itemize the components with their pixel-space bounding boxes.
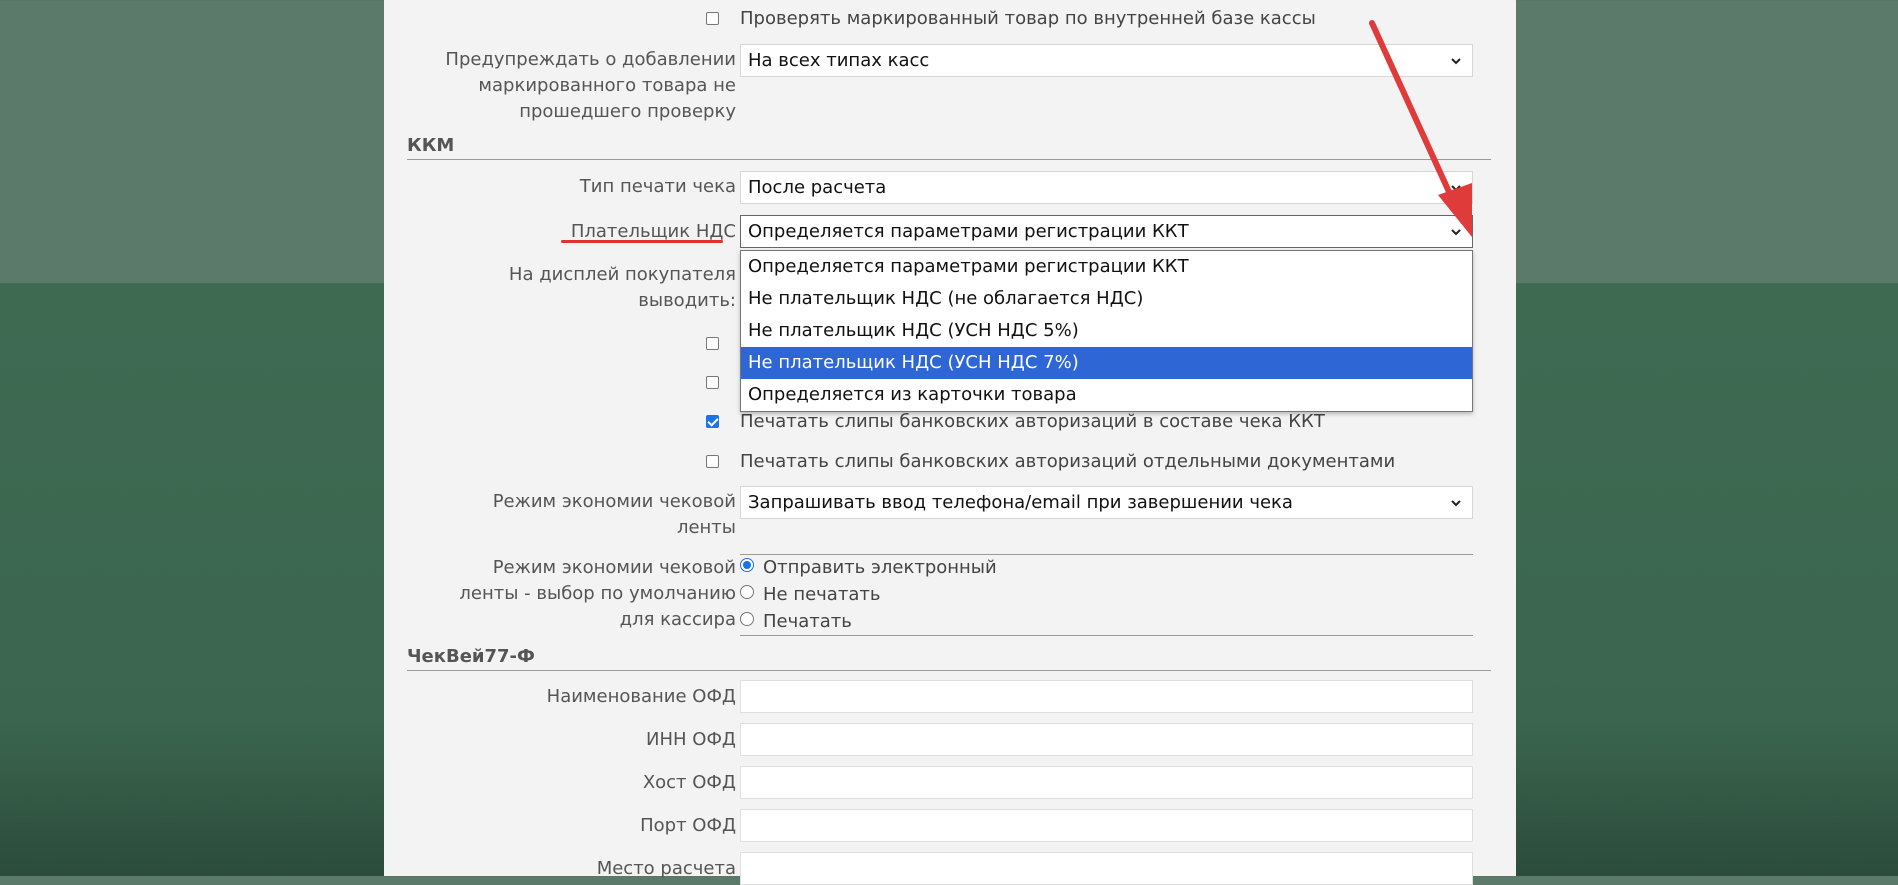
chevron-down-icon: [1451, 500, 1461, 507]
economy-default-label-line: для кассира: [619, 609, 736, 630]
warn-marked-label-line: Предупреждать о добавлении: [445, 49, 736, 70]
slips-separate-checkbox[interactable]: [706, 455, 719, 468]
radio-group-top-divider: [740, 554, 1473, 555]
ofd-name-input[interactable]: [740, 680, 1473, 713]
slips-in-receipt-label: Печатать слипы банковских авторизаций в …: [740, 411, 1325, 432]
red-arrow-annotation: [1369, 20, 1472, 237]
vat-payer-option[interactable]: Не плательщик НДС (УСН НДС 5%): [741, 315, 1472, 347]
section-kkm-heading: ККМ: [407, 133, 1491, 160]
economy-default-radio-send-electronic[interactable]: [740, 558, 754, 572]
economy-default-option-label: Печатать: [763, 611, 852, 632]
vat-payer-option[interactable]: Определяется из карточки товара: [741, 379, 1472, 411]
warn-marked-label: Предупреждать о добавлении маркированног…: [406, 47, 736, 125]
ofd-host-label: Хост ОФД: [642, 772, 736, 793]
section-checkway-heading: ЧекВей77-Ф: [407, 644, 1491, 671]
warn-marked-label-line: маркированного товара не: [478, 75, 736, 96]
economy-mode-label-line: ленты: [676, 517, 736, 538]
ofd-inn-input[interactable]: [740, 723, 1473, 756]
check-marked-goods-checkbox[interactable]: [706, 12, 719, 25]
ofd-port-label: Порт ОФД: [640, 815, 736, 836]
warn-marked-label-line: прошедшего проверку: [519, 101, 736, 122]
slips-in-receipt-checkbox[interactable]: [706, 415, 719, 428]
vat-payer-underline-annotation: [561, 240, 723, 243]
economy-default-label-line: Режим экономии чековой: [492, 557, 736, 578]
payment-place-label: Место расчета: [596, 858, 736, 879]
economy-default-label: Режим экономии чековой ленты - выбор по …: [406, 555, 736, 633]
economy-mode-select-value: Запрашивать ввод телефона/email при заве…: [748, 492, 1293, 513]
economy-mode-label-line: Режим экономии чековой: [492, 491, 736, 512]
print-type-select-value: После расчета: [748, 177, 887, 198]
vat-payer-option[interactable]: Определяется параметрами регистрации ККТ: [741, 251, 1472, 283]
vat-payer-option-highlighted[interactable]: Не плательщик НДС (УСН НДС 7%): [741, 347, 1472, 379]
ofd-host-input[interactable]: [740, 766, 1473, 799]
display-option-checkbox[interactable]: [706, 337, 719, 350]
vat-payer-option[interactable]: Не плательщик НДС (не облагается НДС): [741, 283, 1472, 315]
customer-display-label-line: выводить:: [638, 290, 736, 311]
warn-marked-select-value: На всех типах касс: [748, 50, 930, 71]
ofd-inn-label: ИНН ОФД: [646, 729, 736, 750]
payment-place-input[interactable]: [740, 852, 1473, 885]
economy-default-label-line: ленты - выбор по умолчанию: [459, 583, 736, 604]
economy-mode-select[interactable]: Запрашивать ввод телефона/email при заве…: [740, 486, 1473, 519]
ofd-port-input[interactable]: [740, 809, 1473, 842]
economy-default-radio-print[interactable]: [740, 612, 754, 626]
economy-default-radio-no-print[interactable]: [740, 585, 754, 599]
slips-separate-label: Печатать слипы банковских авторизаций от…: [740, 451, 1396, 472]
customer-display-label: На дисплей покупателя выводить:: [406, 262, 736, 314]
economy-default-option-label: Отправить электронный: [763, 557, 997, 578]
vat-payer-dropdown-list: Определяется параметрами регистрации ККТ…: [740, 250, 1473, 412]
radio-group-bottom-divider: [740, 635, 1473, 636]
print-type-label: Тип печати чека: [579, 176, 736, 197]
customer-display-label-line: На дисплей покупателя: [508, 264, 736, 285]
economy-mode-label: Режим экономии чековой ленты: [406, 489, 736, 541]
vat-payer-select-value: Определяется параметрами регистрации ККТ: [748, 221, 1189, 242]
display-option-checkbox[interactable]: [706, 376, 719, 389]
ofd-name-label: Наименование ОФД: [546, 686, 736, 707]
check-marked-goods-label: Проверять маркированный товар по внутрен…: [740, 8, 1316, 29]
economy-default-option-label: Не печатать: [763, 584, 881, 605]
